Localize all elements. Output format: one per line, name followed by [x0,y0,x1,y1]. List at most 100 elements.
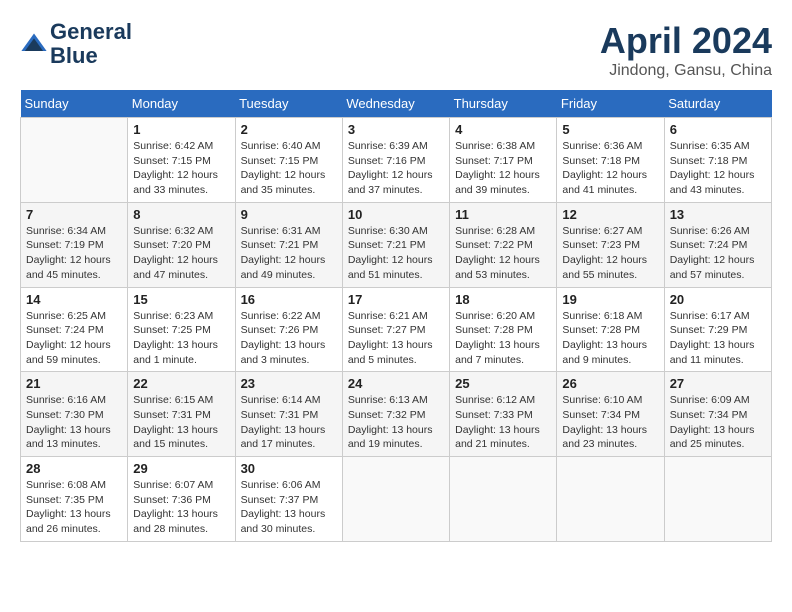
calendar-week-3: 14 Sunrise: 6:25 AM Sunset: 7:24 PM Dayli… [21,287,772,372]
logo: General Blue [20,20,132,68]
logo-text: General Blue [50,20,132,68]
calendar-week-5: 28 Sunrise: 6:08 AM Sunset: 7:35 PM Dayli… [21,457,772,542]
day-number: 23 [241,376,337,391]
table-row: 8 Sunrise: 6:32 AM Sunset: 7:20 PM Daylig… [128,202,235,287]
header-row: Sunday Monday Tuesday Wednesday Thursday… [21,90,772,118]
table-row: 17 Sunrise: 6:21 AM Sunset: 7:27 PM Dayli… [342,287,449,372]
day-info: Sunrise: 6:07 AM Sunset: 7:36 PM Dayligh… [133,478,229,537]
table-row: 19 Sunrise: 6:18 AM Sunset: 7:28 PM Dayli… [557,287,664,372]
table-row: 18 Sunrise: 6:20 AM Sunset: 7:28 PM Dayli… [450,287,557,372]
day-info: Sunrise: 6:20 AM Sunset: 7:28 PM Dayligh… [455,309,551,368]
table-row: 20Sunrise: 6:17 AM Sunset: 7:29 PM Dayli… [664,287,771,372]
day-info: Sunrise: 6:28 AM Sunset: 7:22 PM Dayligh… [455,224,551,283]
day-number: 13 [670,207,766,222]
table-row: 10 Sunrise: 6:30 AM Sunset: 7:21 PM Dayli… [342,202,449,287]
day-number: 9 [241,207,337,222]
day-number: 27 [670,376,766,391]
month-title: April 2024 [600,20,772,62]
table-row [557,457,664,542]
day-number: 30 [241,461,337,476]
table-row: 22Sunrise: 6:15 AM Sunset: 7:31 PM Dayli… [128,372,235,457]
day-number: 19 [562,292,658,307]
col-tuesday: Tuesday [235,90,342,118]
col-wednesday: Wednesday [342,90,449,118]
table-row: 26Sunrise: 6:10 AM Sunset: 7:34 PM Dayli… [557,372,664,457]
table-row [664,457,771,542]
day-number: 25 [455,376,551,391]
day-info: Sunrise: 6:22 AM Sunset: 7:26 PM Dayligh… [241,309,337,368]
table-row: 14 Sunrise: 6:25 AM Sunset: 7:24 PM Dayli… [21,287,128,372]
day-info: Sunrise: 6:08 AM Sunset: 7:35 PM Dayligh… [26,478,122,537]
day-info: Sunrise: 6:14 AM Sunset: 7:31 PM Dayligh… [241,393,337,452]
table-row: 3 Sunrise: 6:39 AM Sunset: 7:16 PM Daylig… [342,118,449,203]
day-number: 15 [133,292,229,307]
day-info: Sunrise: 6:09 AM Sunset: 7:34 PM Dayligh… [670,393,766,452]
day-number: 2 [241,122,337,137]
day-number: 17 [348,292,444,307]
col-thursday: Thursday [450,90,557,118]
day-info: Sunrise: 6:17 AM Sunset: 7:29 PM Dayligh… [670,309,766,368]
day-info: Sunrise: 6:40 AM Sunset: 7:15 PM Dayligh… [241,139,337,198]
day-number: 24 [348,376,444,391]
calendar-week-2: 7 Sunrise: 6:34 AM Sunset: 7:19 PM Daylig… [21,202,772,287]
day-info: Sunrise: 6:32 AM Sunset: 7:20 PM Dayligh… [133,224,229,283]
table-row: 1 Sunrise: 6:42 AM Sunset: 7:15 PM Daylig… [128,118,235,203]
table-row: 27 Sunrise: 6:09 AM Sunset: 7:34 PM Dayli… [664,372,771,457]
day-number: 14 [26,292,122,307]
day-info: Sunrise: 6:34 AM Sunset: 7:19 PM Dayligh… [26,224,122,283]
col-saturday: Saturday [664,90,771,118]
table-row: 29 Sunrise: 6:07 AM Sunset: 7:36 PM Dayli… [128,457,235,542]
day-info: Sunrise: 6:23 AM Sunset: 7:25 PM Dayligh… [133,309,229,368]
table-row: 23 Sunrise: 6:14 AM Sunset: 7:31 PM Dayli… [235,372,342,457]
table-row: 2 Sunrise: 6:40 AM Sunset: 7:15 PM Daylig… [235,118,342,203]
day-number: 28 [26,461,122,476]
page-header: General Blue April 2024 Jindong, Gansu, … [20,20,772,80]
day-info: Sunrise: 6:25 AM Sunset: 7:24 PM Dayligh… [26,309,122,368]
day-info: Sunrise: 6:21 AM Sunset: 7:27 PM Dayligh… [348,309,444,368]
col-sunday: Sunday [21,90,128,118]
day-info: Sunrise: 6:30 AM Sunset: 7:21 PM Dayligh… [348,224,444,283]
day-number: 18 [455,292,551,307]
logo-icon [20,30,48,58]
day-info: Sunrise: 6:39 AM Sunset: 7:16 PM Dayligh… [348,139,444,198]
day-info: Sunrise: 6:18 AM Sunset: 7:28 PM Dayligh… [562,309,658,368]
day-number: 7 [26,207,122,222]
table-row: 25 Sunrise: 6:12 AM Sunset: 7:33 PM Dayli… [450,372,557,457]
day-number: 8 [133,207,229,222]
table-row [342,457,449,542]
title-block: April 2024 Jindong, Gansu, China [600,20,772,80]
calendar-week-4: 21Sunrise: 6:16 AM Sunset: 7:30 PM Dayli… [21,372,772,457]
day-number: 5 [562,122,658,137]
day-number: 4 [455,122,551,137]
day-number: 10 [348,207,444,222]
table-row: 13 Sunrise: 6:26 AM Sunset: 7:24 PM Dayli… [664,202,771,287]
day-number: 12 [562,207,658,222]
day-number: 3 [348,122,444,137]
table-row: 6Sunrise: 6:35 AM Sunset: 7:18 PM Daylig… [664,118,771,203]
calendar-week-1: 1 Sunrise: 6:42 AM Sunset: 7:15 PM Daylig… [21,118,772,203]
table-row: 24Sunrise: 6:13 AM Sunset: 7:32 PM Dayli… [342,372,449,457]
table-row: 15 Sunrise: 6:23 AM Sunset: 7:25 PM Dayli… [128,287,235,372]
day-number: 21 [26,376,122,391]
table-row: 30 Sunrise: 6:06 AM Sunset: 7:37 PM Dayli… [235,457,342,542]
table-row: 16Sunrise: 6:22 AM Sunset: 7:26 PM Dayli… [235,287,342,372]
day-info: Sunrise: 6:42 AM Sunset: 7:15 PM Dayligh… [133,139,229,198]
calendar-table: Sunday Monday Tuesday Wednesday Thursday… [20,90,772,542]
table-row: 28 Sunrise: 6:08 AM Sunset: 7:35 PM Dayli… [21,457,128,542]
day-number: 29 [133,461,229,476]
day-info: Sunrise: 6:06 AM Sunset: 7:37 PM Dayligh… [241,478,337,537]
day-info: Sunrise: 6:26 AM Sunset: 7:24 PM Dayligh… [670,224,766,283]
table-row [21,118,128,203]
table-row [450,457,557,542]
table-row: 7 Sunrise: 6:34 AM Sunset: 7:19 PM Daylig… [21,202,128,287]
day-number: 22 [133,376,229,391]
table-row: 9 Sunrise: 6:31 AM Sunset: 7:21 PM Daylig… [235,202,342,287]
table-row: 21Sunrise: 6:16 AM Sunset: 7:30 PM Dayli… [21,372,128,457]
day-info: Sunrise: 6:12 AM Sunset: 7:33 PM Dayligh… [455,393,551,452]
day-number: 1 [133,122,229,137]
day-info: Sunrise: 6:31 AM Sunset: 7:21 PM Dayligh… [241,224,337,283]
col-monday: Monday [128,90,235,118]
day-info: Sunrise: 6:36 AM Sunset: 7:18 PM Dayligh… [562,139,658,198]
day-number: 6 [670,122,766,137]
table-row: 11Sunrise: 6:28 AM Sunset: 7:22 PM Dayli… [450,202,557,287]
